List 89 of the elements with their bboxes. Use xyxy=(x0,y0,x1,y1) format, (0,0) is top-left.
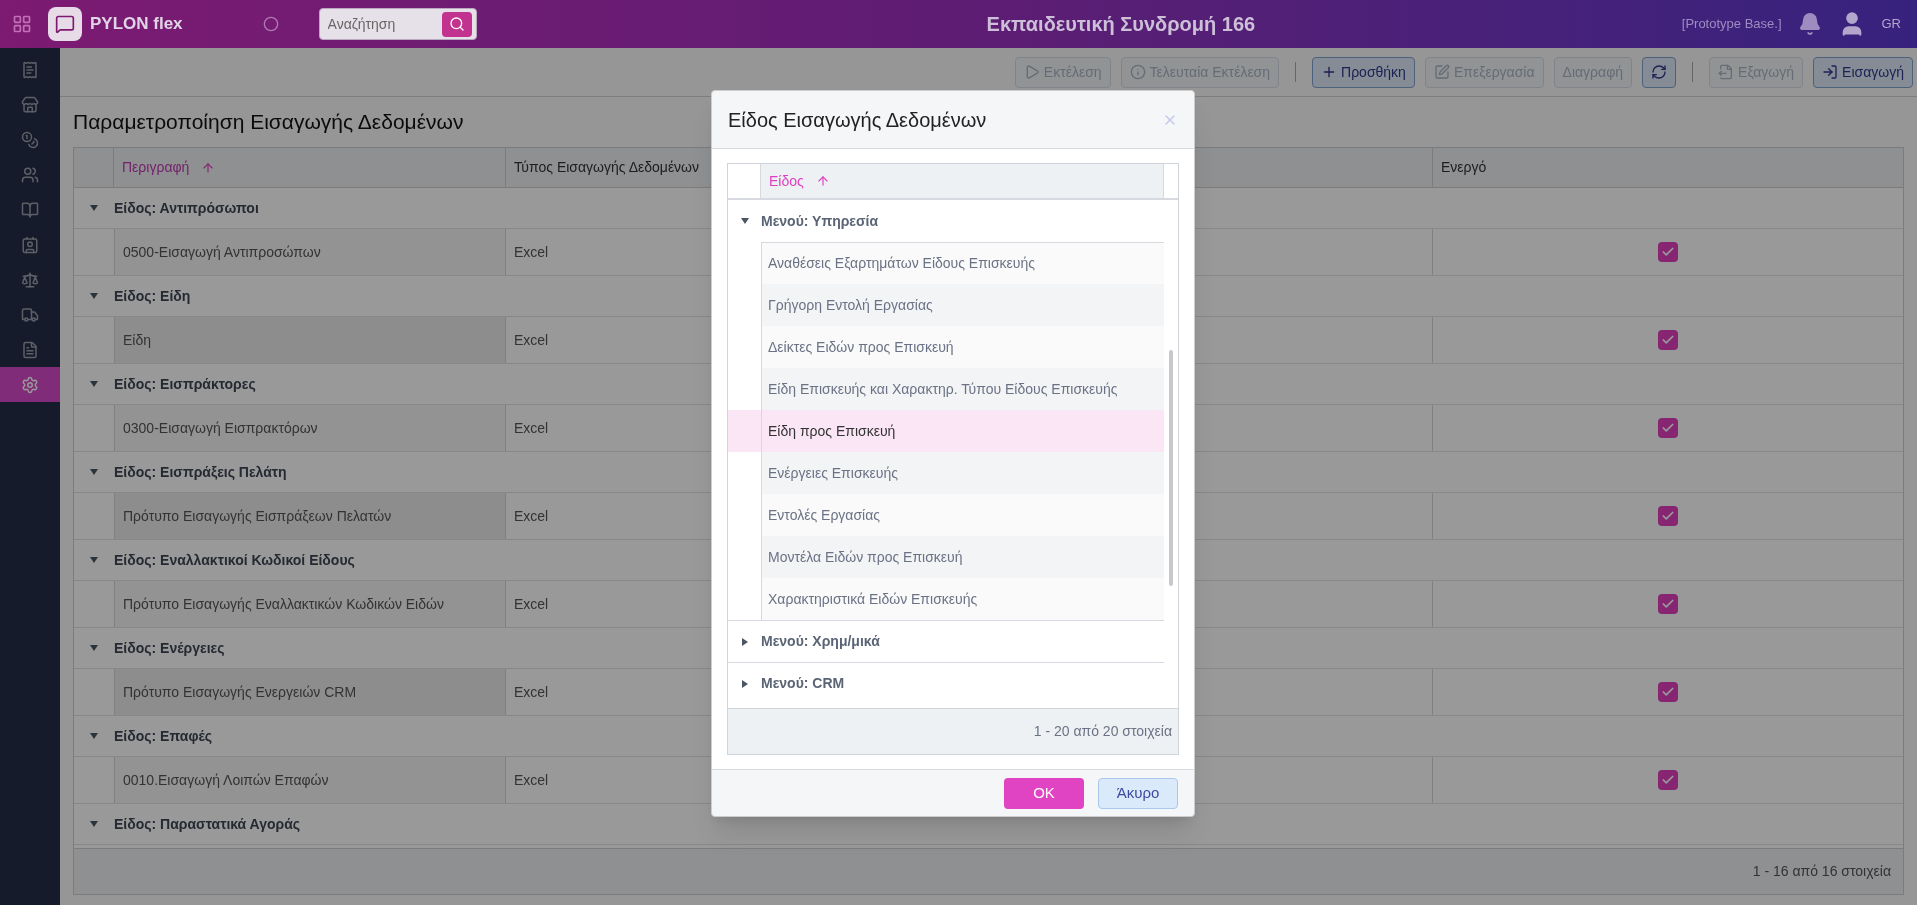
group-label: Είδος: Ενέργειες xyxy=(114,638,225,658)
table-cell: Πρότυπο Εισαγωγής Εναλλακτικών Κωδικών Ειδών xyxy=(114,581,506,627)
document-icon xyxy=(21,340,39,359)
active-checkbox[interactable] xyxy=(1658,242,1678,262)
group-label: Μενού: Υπηρεσία xyxy=(761,211,879,231)
truck-icon xyxy=(21,305,39,324)
column-header[interactable]: Ενεργό xyxy=(1433,148,1903,187)
settings-icon xyxy=(21,375,39,394)
column-header[interactable]: Περιγραφή xyxy=(114,148,506,187)
import-icon xyxy=(1822,64,1839,80)
table-cell: 0500-Εισαγωγή Αντιπροσώπων xyxy=(114,229,506,275)
receipt-icon xyxy=(21,60,39,79)
group-label: Είδος: Εισπράξεις Πελάτη xyxy=(114,462,287,482)
toolbar-button[interactable]: Εισαγωγή xyxy=(1813,56,1913,88)
active-checkbox[interactable] xyxy=(1658,330,1678,350)
caret-icon[interactable] xyxy=(739,216,750,226)
book-icon xyxy=(21,200,39,219)
pager-info: 1 - 16 από 16 στοιχεία xyxy=(1752,862,1891,881)
check-icon xyxy=(1661,245,1675,259)
caret-icon[interactable] xyxy=(89,643,99,653)
coins-icon xyxy=(21,130,39,149)
group-label: Είδος: Αντιπρόσωποι xyxy=(114,198,259,218)
language-selector[interactable]: GR xyxy=(1881,14,1901,34)
app-title: Εκπαιδευτική Συνδρομή 166 xyxy=(985,12,1257,37)
table-cell: Πρότυπο Εισαγωγής Ενεργειών CRM xyxy=(114,669,506,715)
group-label: Είδος: Εναλλακτικοί Κωδικοί Είδους xyxy=(114,550,355,570)
caret-icon[interactable] xyxy=(739,678,750,689)
store-icon xyxy=(21,95,39,114)
search-field[interactable]: Αναζήτηση xyxy=(318,8,477,40)
check-icon xyxy=(1661,333,1675,347)
people-icon xyxy=(21,165,39,184)
pager-info: 1 - 20 από 20 στοιχεία xyxy=(1033,722,1172,741)
refresh-icon xyxy=(1651,64,1668,80)
column-header[interactable]: Είδος xyxy=(761,164,1164,198)
cancel-button[interactable]: Άκυρο xyxy=(1098,777,1178,809)
group-label: Μενού: CRM xyxy=(761,674,845,693)
caret-icon[interactable] xyxy=(89,379,99,389)
dialog-title: Είδος Εισαγωγής Δεδομένων xyxy=(728,107,987,133)
sort-arrow-icon xyxy=(815,174,830,188)
status-circle-icon xyxy=(262,16,279,32)
caret-icon[interactable] xyxy=(89,291,99,301)
caret-icon[interactable] xyxy=(89,467,99,477)
page-title: Παραμετροποίηση Εισαγωγής Δεδομένων xyxy=(73,109,464,136)
database-name: [Prototype Base.] xyxy=(1681,15,1782,34)
brand-logo[interactable]: PYLON flex xyxy=(48,7,183,41)
search-input[interactable]: Αναζήτηση xyxy=(327,13,442,35)
sidebar-item[interactable] xyxy=(0,367,60,402)
chat-bubble-icon xyxy=(55,14,75,34)
check-icon xyxy=(1661,509,1675,523)
group-label: Είδος: Παραστατικά Αγοράς xyxy=(114,814,301,834)
check-icon xyxy=(1661,597,1675,611)
notification-bell-icon[interactable] xyxy=(1797,12,1822,36)
caret-icon[interactable] xyxy=(89,731,99,741)
toolbar-button[interactable]: Προσθήκη xyxy=(1312,56,1415,88)
caret-icon[interactable] xyxy=(89,203,99,213)
info-icon xyxy=(1129,64,1146,80)
active-checkbox[interactable] xyxy=(1658,770,1678,790)
scale-icon xyxy=(21,270,39,289)
table-cell: 0300-Εισαγωγή Εισπρακτόρων xyxy=(114,405,506,451)
refresh-button[interactable] xyxy=(1642,56,1677,88)
caret-icon[interactable] xyxy=(739,636,750,647)
active-checkbox[interactable] xyxy=(1658,594,1678,614)
check-icon xyxy=(1661,685,1675,699)
contact-card-icon xyxy=(21,235,39,254)
ok-button[interactable]: OK xyxy=(1004,777,1084,809)
caret-icon[interactable] xyxy=(89,819,99,829)
group-label: Είδος: Είδη xyxy=(114,286,191,306)
edit-icon xyxy=(1433,64,1450,80)
check-icon xyxy=(1661,421,1675,435)
caret-icon[interactable] xyxy=(89,555,99,565)
apps-grid-icon[interactable] xyxy=(12,14,32,34)
group-label: Είδος: Επαφές xyxy=(114,726,212,746)
group-label: Μενού: Χρημ/μικά xyxy=(761,632,880,651)
active-checkbox[interactable] xyxy=(1658,506,1678,526)
export-icon xyxy=(1718,64,1735,80)
table-cell: Πρότυπο Εισαγωγής Εισπράξεων Πελατών xyxy=(114,493,506,539)
search-button[interactable] xyxy=(441,11,472,37)
table-cell: Είδη xyxy=(114,317,506,363)
group-row[interactable]: Μενού: Χρημ/μικά xyxy=(728,620,1164,662)
check-icon xyxy=(1661,773,1675,787)
table-cell: 0010.Εισαγωγή Λοιπών Επαφών xyxy=(114,757,506,803)
list-item[interactable]: Είδη προς Επισκευή xyxy=(728,410,1164,452)
search-icon xyxy=(448,16,465,32)
group-label: Είδος: Εισπράκτορες xyxy=(114,374,256,394)
group-row[interactable]: Μενού: CRM xyxy=(728,662,1164,704)
active-checkbox[interactable] xyxy=(1658,682,1678,702)
scrollbar-thumb[interactable] xyxy=(1169,350,1173,586)
sort-arrow-icon xyxy=(201,160,216,175)
active-checkbox[interactable] xyxy=(1658,418,1678,438)
